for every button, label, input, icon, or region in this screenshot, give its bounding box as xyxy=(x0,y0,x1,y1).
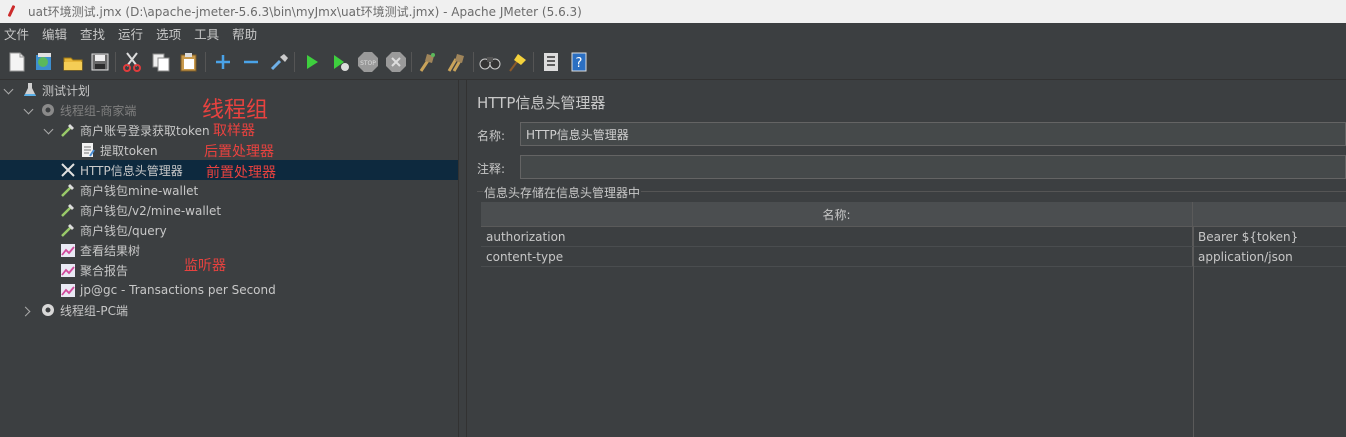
header-name-cell[interactable]: authorization xyxy=(481,227,1193,246)
templates-icon[interactable] xyxy=(33,51,55,73)
name-label: 名称: xyxy=(477,129,506,143)
column-header-name[interactable]: 名称: xyxy=(481,202,1193,226)
table-row[interactable]: authorization Bearer ${token} xyxy=(481,227,1346,247)
help-icon[interactable]: ? xyxy=(568,51,590,73)
new-icon[interactable] xyxy=(6,51,28,73)
menu-file[interactable]: 文件 xyxy=(0,24,35,43)
annotation-post-processor: 后置处理器 xyxy=(204,144,274,160)
menu-options[interactable]: 选项 xyxy=(150,24,187,43)
wrench-screwdriver-icon xyxy=(61,163,75,177)
menu-run[interactable]: 运行 xyxy=(112,24,149,43)
reset-search-icon[interactable] xyxy=(506,51,528,73)
open-icon[interactable] xyxy=(62,51,84,73)
stop-icon[interactable]: STOP xyxy=(357,51,379,73)
chart-icon xyxy=(61,284,75,297)
collapse-icon[interactable] xyxy=(240,51,262,73)
annotation-listener: 监听器 xyxy=(184,258,226,274)
tree-node-sampler-query[interactable]: 商户钱包/query xyxy=(60,220,167,240)
tree-node-sampler-login[interactable]: 商户账号登录获取token xyxy=(60,120,210,140)
pipette-icon xyxy=(61,124,74,137)
start-icon[interactable] xyxy=(301,51,323,73)
svg-text:?: ? xyxy=(576,56,583,71)
header-manager-panel: HTTP信息头管理器 名称: 注释: 信息头存储在信息头管理器中 名称: aut… xyxy=(467,80,1346,437)
chevron-right-icon[interactable] xyxy=(22,306,32,316)
header-value-cell[interactable]: Bearer ${token} xyxy=(1193,227,1346,246)
table-header: 名称: xyxy=(481,202,1346,227)
tree-node-sampler-mine-wallet[interactable]: 商户钱包mine-wallet xyxy=(60,180,198,200)
chevron-down-icon[interactable] xyxy=(4,86,14,96)
name-field[interactable] xyxy=(520,122,1346,146)
chart-icon xyxy=(61,244,75,257)
cut-icon[interactable] xyxy=(121,51,143,73)
search-icon[interactable] xyxy=(479,51,501,73)
column-header-value[interactable] xyxy=(1193,202,1346,226)
start-no-pause-icon[interactable] xyxy=(329,51,351,73)
window-title: uat环境测试.jmx (D:\apache-jmeter-5.6.3\bin\… xyxy=(28,5,582,19)
test-plan-tree: 测试计划 线程组-商家端 商户账号登录获取token 提取token HTTP信… xyxy=(0,80,458,437)
pipette-icon xyxy=(61,224,74,237)
gear-icon xyxy=(42,104,54,116)
pipette-icon xyxy=(61,184,74,197)
document-edit-icon xyxy=(82,143,95,157)
table-row[interactable]: content-type application/json xyxy=(481,247,1346,267)
title-bar: uat环境测试.jmx (D:\apache-jmeter-5.6.3\bin\… xyxy=(0,0,1346,23)
jmeter-feather-icon xyxy=(6,5,16,19)
chevron-down-icon[interactable] xyxy=(44,126,54,136)
clear-all-icon[interactable] xyxy=(446,51,468,73)
tree-node-thread-group-pc[interactable]: 线程组-PC端 xyxy=(40,300,128,320)
split-pane-divider[interactable] xyxy=(458,80,467,437)
tree-node-test-plan[interactable]: 测试计划 xyxy=(22,80,90,100)
save-icon[interactable] xyxy=(89,51,111,73)
copy-icon[interactable] xyxy=(150,51,172,73)
tree-node-aggregate-report[interactable]: 聚合报告 xyxy=(60,260,128,280)
header-name-cell[interactable]: content-type xyxy=(481,247,1193,266)
expand-icon[interactable] xyxy=(212,51,234,73)
menu-tools[interactable]: 工具 xyxy=(188,24,225,43)
chart-icon xyxy=(61,264,75,277)
tree-node-extract-token[interactable]: 提取token xyxy=(80,140,158,160)
annotation-pre-processor: 前置处理器 xyxy=(206,165,276,181)
menu-bar: 文件 编辑 查找 运行 选项 工具 帮助 xyxy=(0,23,1346,44)
tree-node-http-header-manager[interactable]: HTTP信息头管理器 xyxy=(60,160,183,180)
shutdown-icon[interactable] xyxy=(385,51,407,73)
menu-search[interactable]: 查找 xyxy=(74,24,111,43)
menu-help[interactable]: 帮助 xyxy=(226,24,263,43)
menu-edit[interactable]: 编辑 xyxy=(36,24,73,43)
paste-icon[interactable] xyxy=(178,51,200,73)
pipette-icon xyxy=(61,204,74,217)
clear-icon[interactable] xyxy=(417,51,439,73)
page-title: HTTP信息头管理器 xyxy=(477,94,606,112)
comment-field[interactable] xyxy=(520,155,1346,179)
comment-label: 注释: xyxy=(477,162,506,176)
headers-table: 名称: authorization Bearer ${token} conten… xyxy=(481,202,1346,267)
tree-node-sampler-v2-mine-wallet[interactable]: 商户钱包/v2/mine-wallet xyxy=(60,200,221,220)
header-value-cell[interactable]: application/json xyxy=(1193,247,1346,266)
tree-node-view-results-tree[interactable]: 查看结果树 xyxy=(60,240,140,260)
tree-node-transactions-per-second[interactable]: jp@gc - Transactions per Second xyxy=(60,280,276,300)
chevron-down-icon[interactable] xyxy=(24,106,34,116)
annotation-sampler: 取样器 xyxy=(213,123,255,139)
toggle-icon[interactable] xyxy=(268,51,290,73)
svg-text:STOP: STOP xyxy=(360,60,376,67)
function-helper-icon[interactable] xyxy=(540,51,562,73)
flask-icon xyxy=(24,83,36,96)
column-divider xyxy=(1193,227,1194,437)
gear-icon xyxy=(42,304,54,316)
toolbar: STOP ? xyxy=(0,45,1346,80)
headers-group-title: 信息头存储在信息头管理器中 xyxy=(483,184,642,201)
tree-node-thread-group-merchant[interactable]: 线程组-商家端 xyxy=(40,100,136,120)
